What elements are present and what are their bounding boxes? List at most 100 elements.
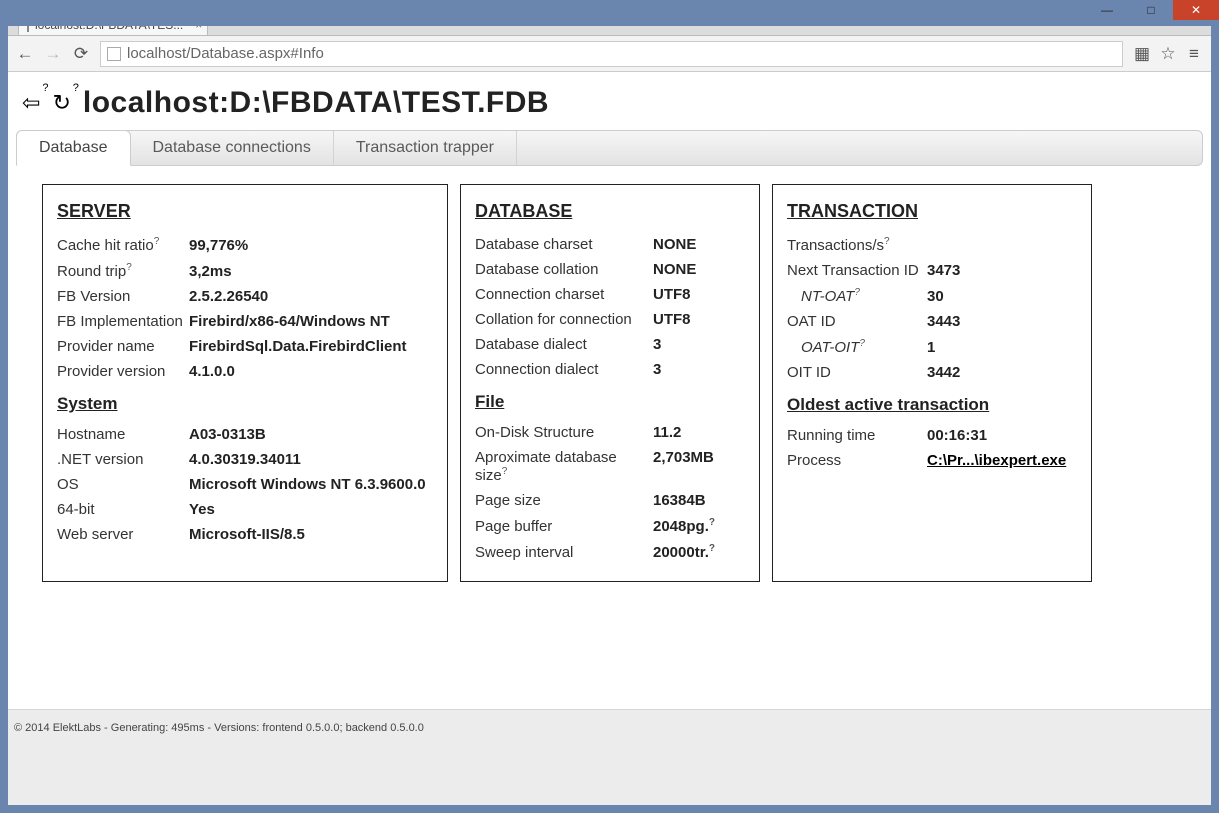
server-label: Round trip?: [57, 262, 189, 280]
file-value: 16384B: [653, 492, 706, 509]
server-title: SERVER: [57, 201, 433, 222]
system-value: Yes: [189, 501, 215, 518]
file-label: Page size: [475, 492, 653, 509]
browser-toolbar: ← → ⟳ localhost/Database.aspx#Info ▦ ☆ ≡: [8, 36, 1211, 72]
transaction-label: OAT-OIT?: [787, 338, 927, 356]
server-panel: SERVER Cache hit ratio?99,776%Round trip…: [42, 184, 448, 582]
window-maximize-button[interactable]: □: [1129, 0, 1173, 20]
server-label: FB Implementation: [57, 313, 189, 330]
transaction-row: NT-OAT?30: [787, 283, 1077, 309]
server-label: Provider version: [57, 363, 189, 380]
transaction-value: 3473: [927, 262, 960, 279]
database-value: 3: [653, 336, 661, 353]
oat-title: Oldest active transaction: [787, 395, 1077, 415]
database-row: Database collationNONE: [475, 257, 745, 282]
tab-database-connections[interactable]: Database connections: [131, 131, 334, 165]
system-value: A03-0313B: [189, 426, 266, 443]
server-label: Provider name: [57, 338, 189, 355]
database-value: NONE: [653, 236, 696, 253]
extension-icon[interactable]: ▦: [1133, 44, 1151, 64]
file-value: 2048pg.?: [653, 517, 715, 535]
refresh-page-icon[interactable]: ↻?: [52, 90, 70, 116]
server-row: Round trip?3,2ms: [57, 258, 433, 284]
transaction-panel: TRANSACTION Transactions/s? Next Transact…: [772, 184, 1092, 582]
bookmark-star-icon[interactable]: ☆: [1159, 44, 1177, 64]
file-title: File: [475, 392, 745, 412]
forward-icon: →: [44, 44, 62, 64]
page-icon: [107, 47, 121, 61]
footer-text: © 2014 ElektLabs - Generating: 495ms - V…: [14, 722, 424, 734]
oat-value: 00:16:31: [927, 427, 987, 444]
file-label: On-Disk Structure: [475, 424, 653, 441]
file-label: Sweep interval: [475, 544, 653, 561]
page-footer: © 2014 ElektLabs - Generating: 495ms - V…: [8, 709, 1211, 805]
server-value: 2.5.2.26540: [189, 288, 268, 305]
transaction-row: OIT ID3442: [787, 360, 1077, 385]
server-value: FirebirdSql.Data.FirebirdClient: [189, 338, 407, 355]
system-label: Hostname: [57, 426, 189, 443]
system-value: 4.0.30319.34011: [189, 451, 301, 468]
system-row: .NET version4.0.30319.34011: [57, 447, 433, 472]
file-value: 20000tr.?: [653, 543, 715, 561]
server-value: Firebird/x86-64/Windows NT: [189, 313, 390, 330]
main-tabs: DatabaseDatabase connectionsTransaction …: [16, 130, 1203, 166]
file-row: Page buffer2048pg.?: [475, 513, 745, 539]
system-title: System: [57, 394, 433, 414]
transaction-value: 3442: [927, 364, 960, 381]
database-label: Database dialect: [475, 336, 653, 353]
oat-value[interactable]: C:\Pr...\ibexpert.exe: [927, 452, 1066, 469]
server-label: Cache hit ratio?: [57, 236, 189, 254]
page-header: ⇦? ↻? localhost:D:\FBDATA\TEST.FDB: [8, 72, 1211, 130]
file-row: Page size16384B: [475, 488, 745, 513]
transaction-label: Next Transaction ID: [787, 262, 927, 279]
system-row: OSMicrosoft Windows NT 6.3.9600.0: [57, 472, 433, 497]
transaction-row: Transactions/s?: [787, 232, 1077, 258]
database-value: UTF8: [653, 286, 691, 303]
window-minimize-button[interactable]: —: [1085, 0, 1129, 20]
file-row: Sweep interval20000tr.?: [475, 539, 745, 565]
oat-row: ProcessC:\Pr...\ibexpert.exe: [787, 448, 1077, 473]
database-row: Connection dialect3: [475, 357, 745, 382]
server-value: 99,776%: [189, 237, 248, 254]
database-label: Database charset: [475, 236, 653, 253]
reload-icon[interactable]: ⟳: [72, 44, 90, 64]
oat-row: Running time00:16:31: [787, 423, 1077, 448]
file-label: Aproximate database size?: [475, 449, 653, 484]
menu-icon[interactable]: ≡: [1185, 44, 1203, 64]
oat-label: Running time: [787, 427, 927, 444]
window-close-button[interactable]: ✕: [1173, 0, 1219, 20]
database-row: Database dialect3: [475, 332, 745, 357]
file-value: 11.2: [653, 424, 681, 441]
transaction-value: 3443: [927, 313, 960, 330]
file-value: 2,703MB: [653, 449, 714, 466]
transaction-label: OAT ID: [787, 313, 927, 330]
system-row: Web serverMicrosoft-IIS/8.5: [57, 522, 433, 547]
database-label: Collation for connection: [475, 311, 653, 328]
tab-transaction-trapper[interactable]: Transaction trapper: [334, 131, 517, 165]
database-row: Connection charsetUTF8: [475, 282, 745, 307]
oat-label: Process: [787, 452, 927, 469]
system-label: .NET version: [57, 451, 189, 468]
server-row: FB ImplementationFirebird/x86-64/Windows…: [57, 309, 433, 334]
system-label: OS: [57, 476, 189, 493]
server-row: Provider version4.1.0.0: [57, 359, 433, 384]
transaction-label: NT-OAT?: [787, 287, 927, 305]
server-row: Provider nameFirebirdSql.Data.FirebirdCl…: [57, 334, 433, 359]
address-bar[interactable]: localhost/Database.aspx#Info: [100, 41, 1123, 67]
transaction-label: OIT ID: [787, 364, 927, 381]
tab-database[interactable]: Database: [16, 130, 131, 166]
transaction-row: OAT-OIT?1: [787, 334, 1077, 360]
database-value: UTF8: [653, 311, 691, 328]
database-value: 3: [653, 361, 661, 378]
database-row: Collation for connectionUTF8: [475, 307, 745, 332]
server-value: 4.1.0.0: [189, 363, 235, 380]
server-row: FB Version2.5.2.26540: [57, 284, 433, 309]
transaction-title: TRANSACTION: [787, 201, 1077, 222]
database-title: DATABASE: [475, 201, 745, 222]
back-page-icon[interactable]: ⇦?: [22, 90, 40, 116]
file-row: On-Disk Structure11.2: [475, 420, 745, 445]
back-icon[interactable]: ←: [16, 44, 34, 64]
database-panel: DATABASE Database charsetNONEDatabase co…: [460, 184, 760, 582]
database-row: Database charsetNONE: [475, 232, 745, 257]
file-label: Page buffer: [475, 518, 653, 535]
